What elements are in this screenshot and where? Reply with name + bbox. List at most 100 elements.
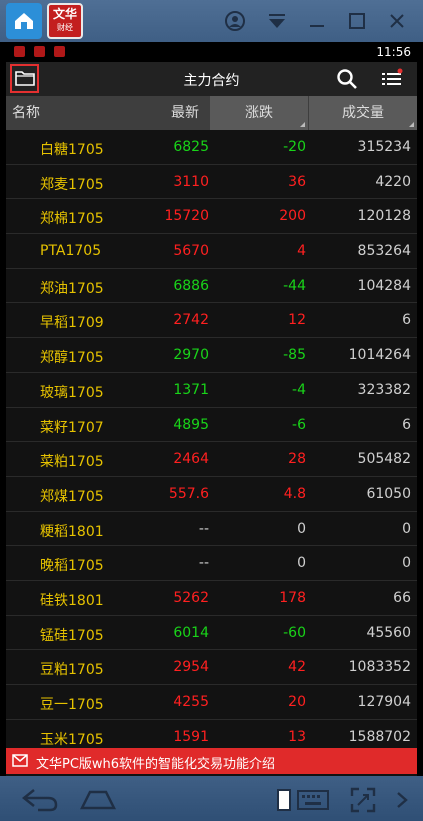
dropdown-icon[interactable] xyxy=(265,9,289,33)
table-row[interactable]: PTA1705 5670 4 853264 xyxy=(6,234,417,269)
maximize-icon[interactable] xyxy=(345,9,369,33)
latest-price: 1371 xyxy=(173,381,209,398)
header-latest[interactable]: 最新 xyxy=(171,96,199,130)
table-row[interactable]: 硅铁1801 5262 178 66 xyxy=(6,581,417,616)
sort-triangle-icon xyxy=(300,122,305,127)
table-row[interactable]: 郑油1705 6886 -44 104284 xyxy=(6,269,417,304)
contract-name: 菜籽1707 xyxy=(40,419,104,436)
price-change: 0 xyxy=(297,520,306,537)
latest-price: 557.6 xyxy=(168,485,209,502)
header-change-label: 涨跌 xyxy=(245,105,273,121)
table-row[interactable]: 郑煤1705 557.6 4.8 61050 xyxy=(6,477,417,512)
close-icon[interactable] xyxy=(385,9,409,33)
host-title-bar: 文华 财经 xyxy=(0,0,423,42)
table-row[interactable]: 早稻1709 2742 12 6 xyxy=(6,303,417,339)
trade-volume: 0 xyxy=(402,520,411,537)
keyboard-icon[interactable] xyxy=(297,790,329,810)
trade-volume: 45560 xyxy=(366,624,411,641)
trade-volume: 6 xyxy=(402,312,411,329)
price-change: 28 xyxy=(288,451,306,468)
header-change[interactable]: 涨跌 xyxy=(210,96,308,130)
chevron-right-icon[interactable] xyxy=(395,791,409,809)
table-row[interactable]: 白糖1705 6825 -20 315234 xyxy=(6,130,417,165)
contract-name: 豆粕1705 xyxy=(40,662,104,679)
back-icon[interactable] xyxy=(20,786,60,812)
contract-name: 玻璃1705 xyxy=(40,384,104,401)
latest-price: 6014 xyxy=(173,624,209,641)
trade-volume: 120128 xyxy=(357,208,411,225)
table-row[interactable]: 郑棉1705 15720 200 120128 xyxy=(6,199,417,235)
contract-name: 玉米1705 xyxy=(40,731,104,748)
promo-banner[interactable]: 文华PC版wh6软件的智能化交易功能介绍 xyxy=(6,748,417,774)
latest-price: 2464 xyxy=(173,451,209,468)
header-name[interactable]: 名称 xyxy=(12,96,40,130)
trade-volume: 323382 xyxy=(357,381,411,398)
trade-volume: 315234 xyxy=(357,139,411,155)
table-row[interactable]: 郑醇1705 2970 -85 1014264 xyxy=(6,338,417,373)
app-badge-line2: 财经 xyxy=(57,23,73,32)
price-change: -60 xyxy=(283,624,306,641)
latest-price: 6825 xyxy=(173,139,209,155)
table-row[interactable]: 郑麦1705 3110 36 4220 xyxy=(6,165,417,200)
header-volume[interactable]: 成交量 xyxy=(309,96,417,130)
contract-name: 郑油1705 xyxy=(40,280,104,297)
table-row[interactable]: 玉米1705 1591 13 1588702 xyxy=(6,720,417,750)
table-row[interactable]: 菜粕1705 2464 28 505482 xyxy=(6,442,417,477)
price-change: 4 xyxy=(297,243,306,260)
latest-price: 3110 xyxy=(173,173,209,190)
trade-volume: 6 xyxy=(402,416,411,433)
contract-name: 豆一1705 xyxy=(40,697,104,713)
table-row[interactable]: 粳稻1801 -- 0 0 xyxy=(6,512,417,547)
latest-price: -- xyxy=(198,555,209,572)
latest-price: 15720 xyxy=(164,208,209,225)
price-change: 36 xyxy=(288,173,306,190)
sort-triangle-icon xyxy=(409,122,414,127)
banner-text: 文华PC版wh6软件的智能化交易功能介绍 xyxy=(36,757,276,772)
latest-price: 2970 xyxy=(173,347,209,364)
contract-name: PTA1705 xyxy=(40,243,102,260)
table-row[interactable]: 玻璃1705 1371 -4 323382 xyxy=(6,373,417,408)
status-bar: 11:56 xyxy=(6,42,417,62)
trade-volume: 4220 xyxy=(375,173,411,190)
contract-name: 郑麦1705 xyxy=(40,176,104,193)
portrait-icon[interactable] xyxy=(276,788,292,812)
trade-volume: 1588702 xyxy=(348,728,411,745)
contract-name: 白糖1705 xyxy=(40,142,104,158)
contract-name: 锰硅1705 xyxy=(40,627,104,644)
trade-volume: 853264 xyxy=(357,243,411,260)
price-change: 178 xyxy=(279,589,306,606)
table-row[interactable]: 菜籽1707 4895 -6 6 xyxy=(6,408,417,443)
latest-price: 4895 xyxy=(173,416,209,433)
trade-volume: 505482 xyxy=(357,451,411,468)
search-icon[interactable] xyxy=(336,68,358,90)
fullscreen-icon[interactable] xyxy=(350,787,376,813)
contract-name: 郑醇1705 xyxy=(40,350,104,367)
price-change: 200 xyxy=(279,208,306,225)
price-change: -4 xyxy=(292,381,306,398)
price-change: 0 xyxy=(297,555,306,572)
table-row[interactable]: 晚稻1705 -- 0 0 xyxy=(6,546,417,581)
latest-price: 2954 xyxy=(173,659,209,676)
mail-icon xyxy=(12,754,28,767)
list-menu-icon[interactable] xyxy=(380,68,404,90)
home-app-icon[interactable] xyxy=(6,3,42,39)
table-row[interactable]: 豆粕1705 2954 42 1083352 xyxy=(6,650,417,685)
table-row[interactable]: 锰硅1705 6014 -60 45560 xyxy=(6,616,417,651)
price-change: -6 xyxy=(292,416,306,433)
trade-volume: 61050 xyxy=(366,485,411,502)
price-change: 42 xyxy=(288,659,306,676)
host-nav-bar xyxy=(0,776,423,821)
price-change: 4.8 xyxy=(283,485,306,502)
phone-screen: 11:56 主力合约 名称 最新 涨跌 成交量 白糖1705 6825 -20 315… xyxy=(6,42,417,776)
contract-list[interactable]: 白糖1705 6825 -20 315234 郑麦1705 3110 36 4220 郑棉170… xyxy=(6,130,417,750)
price-change: 20 xyxy=(288,694,306,710)
minimize-icon[interactable] xyxy=(305,9,329,33)
notification-icon xyxy=(54,46,65,57)
wenhua-app-icon[interactable]: 文华 财经 xyxy=(47,3,83,39)
account-icon[interactable] xyxy=(223,9,247,33)
trade-volume: 0 xyxy=(402,555,411,572)
table-header: 名称 最新 涨跌 成交量 xyxy=(6,96,417,130)
home-icon[interactable] xyxy=(78,788,118,812)
table-row[interactable]: 豆一1705 4255 20 127904 xyxy=(6,685,417,720)
status-time: 11:56 xyxy=(376,45,411,59)
